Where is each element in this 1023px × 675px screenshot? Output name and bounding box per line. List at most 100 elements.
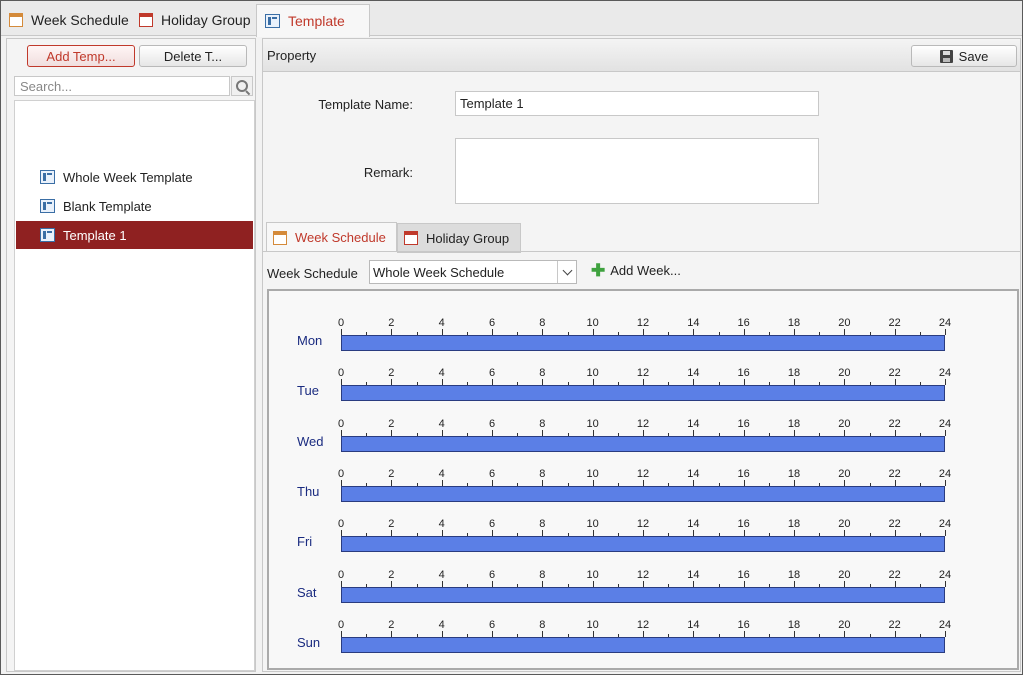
- dropdown-arrow[interactable]: [557, 261, 576, 283]
- hour-label: 22: [888, 467, 901, 480]
- template-item-blank[interactable]: Blank Template: [16, 192, 253, 220]
- schedule-bar-mon[interactable]: [341, 335, 945, 351]
- schedule-bar-wed[interactable]: [341, 435, 945, 452]
- hour-label: 0: [337, 618, 345, 631]
- schedule-bar-thu[interactable]: [341, 485, 945, 502]
- hour-label: 0: [337, 367, 345, 380]
- template-tree: Whole Week Template Blank Template Templ…: [14, 100, 255, 671]
- search-button[interactable]: [231, 76, 253, 96]
- template-item-whole-week[interactable]: Whole Week Template: [16, 163, 253, 191]
- hour-label: 16: [737, 417, 750, 430]
- hour-label: 8: [539, 568, 546, 581]
- hour-label: 22: [888, 518, 901, 531]
- hour-label: 12: [636, 618, 650, 631]
- hour-label: 4: [438, 618, 445, 631]
- schedule-bar-sun[interactable]: [341, 636, 945, 653]
- hour-tick: [945, 329, 946, 335]
- hour-label: 10: [586, 618, 599, 631]
- hour-label: 22: [888, 417, 901, 430]
- week-schedule-value: Whole Week Schedule: [373, 264, 505, 280]
- hour-label: 4: [438, 518, 445, 531]
- hour-label: 8: [539, 518, 546, 531]
- hour-label: 14: [687, 518, 700, 531]
- hour-label: 10: [586, 518, 599, 531]
- hour-label: 24: [938, 317, 952, 329]
- hour-label: 0: [337, 317, 345, 329]
- hour-label: 16: [737, 618, 750, 631]
- hour-label: 20: [838, 317, 851, 329]
- day-label-thu: Thu: [297, 483, 320, 499]
- property-title: Property: [267, 47, 317, 63]
- hour-label: 10: [586, 367, 599, 380]
- template-item-template-1[interactable]: Template 1: [16, 221, 253, 249]
- save-label: Save: [958, 48, 989, 64]
- remark-input[interactable]: [455, 138, 819, 204]
- hour-label: 18: [787, 467, 801, 480]
- template-icon: [40, 170, 55, 184]
- hour-label: 14: [687, 618, 700, 631]
- hour-label: 22: [888, 367, 901, 380]
- template-name-input[interactable]: Template 1: [455, 91, 819, 116]
- hour-label: 6: [488, 467, 496, 480]
- hour-label: 24: [938, 618, 952, 631]
- hour-label: 6: [488, 518, 496, 531]
- day-label-sun: Sun: [297, 634, 321, 650]
- hour-label: 8: [539, 467, 546, 480]
- week-schedule-label: Week Schedule: [267, 266, 358, 281]
- search-input[interactable]: Search...: [14, 76, 230, 96]
- hour-label: 0: [337, 518, 345, 531]
- hour-label: 12: [636, 367, 650, 380]
- hour-label: 24: [938, 467, 952, 480]
- hour-label: 18: [787, 417, 801, 430]
- schedule-bar-fri[interactable]: [341, 536, 945, 553]
- hour-label: 18: [787, 618, 801, 631]
- hour-label: 14: [687, 367, 700, 380]
- week-schedule-select[interactable]: Whole Week Schedule: [369, 260, 577, 284]
- hour-label: 6: [488, 618, 496, 631]
- day-label-fri: Fri: [297, 534, 313, 550]
- hour-label: 2: [388, 518, 395, 531]
- hour-label: 20: [838, 518, 851, 531]
- hour-label: 2: [388, 467, 395, 480]
- tab-week-schedule[interactable]: Week Schedule: [1, 5, 137, 35]
- hour-label: 16: [737, 367, 750, 380]
- add-template-button[interactable]: Add Temp...: [27, 45, 135, 67]
- hour-label: 22: [888, 317, 901, 329]
- top-tab-bar: Week Schedule Holiday Group Template: [1, 1, 1022, 37]
- tab-label: Holiday Group: [161, 12, 251, 28]
- day-label-sat: Sat: [297, 584, 317, 600]
- save-button[interactable]: Save: [911, 45, 1017, 67]
- hour-label: 12: [636, 518, 650, 531]
- schedule-bar-tue[interactable]: [341, 385, 945, 402]
- tab-holiday-group[interactable]: Holiday Group: [131, 5, 259, 35]
- hour-label: 16: [737, 317, 750, 329]
- subtab-holiday-group[interactable]: Holiday Group: [397, 223, 521, 253]
- hour-label: 12: [636, 317, 650, 329]
- hour-label: 20: [838, 467, 851, 480]
- hour-label: 16: [737, 467, 750, 480]
- add-week-label: Add Week...: [610, 263, 681, 278]
- hour-tick: [945, 530, 946, 537]
- search-icon: [236, 80, 248, 92]
- schedule-bar-sat[interactable]: [341, 586, 945, 603]
- hour-label: 18: [787, 568, 801, 581]
- hour-label: 4: [438, 568, 445, 581]
- calendar-icon: [9, 13, 23, 27]
- calendar-red-icon: [139, 13, 153, 27]
- chevron-down-icon: [562, 265, 572, 276]
- hour-label: 4: [438, 367, 445, 380]
- add-week-button[interactable]: ✚ Add Week...: [591, 262, 681, 279]
- hour-label: 10: [586, 568, 599, 581]
- hour-label: 6: [488, 568, 496, 581]
- hour-label: 2: [388, 417, 395, 430]
- hour-label: 2: [388, 317, 395, 329]
- subtab-week-schedule[interactable]: Week Schedule: [266, 222, 397, 252]
- tab-label: Template: [288, 13, 345, 29]
- hour-label: 22: [888, 618, 901, 631]
- template-item-label: Whole Week Template: [63, 169, 193, 185]
- hour-tick: [945, 479, 946, 486]
- template-icon: [40, 199, 55, 213]
- hour-label: 0: [337, 568, 345, 581]
- delete-template-button[interactable]: Delete T...: [139, 45, 247, 67]
- tab-template[interactable]: Template: [256, 4, 370, 37]
